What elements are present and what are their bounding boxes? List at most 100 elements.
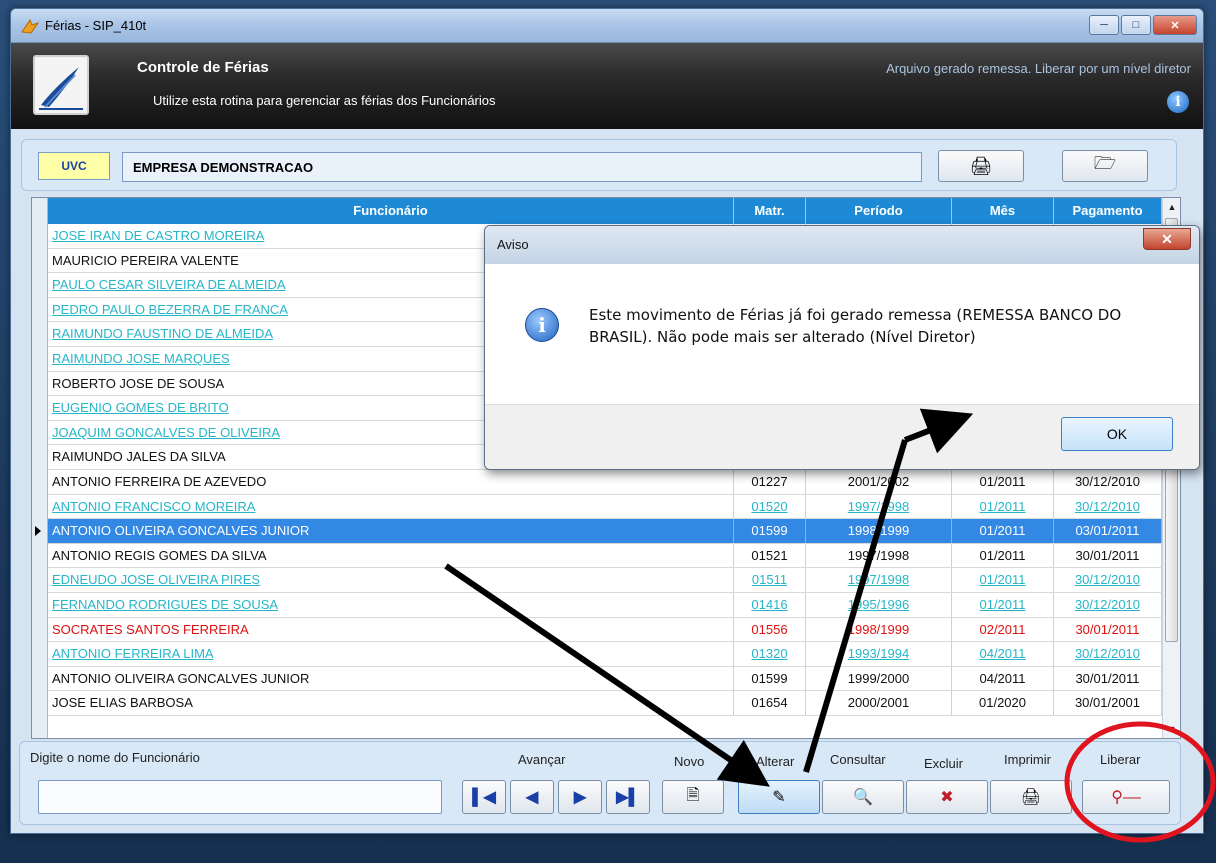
- cell-per: 1997/1998: [806, 494, 952, 519]
- col-pagamento[interactable]: Pagamento: [1054, 198, 1162, 224]
- nav-label: Avançar: [518, 752, 566, 767]
- cell-mat: 01556: [734, 617, 806, 642]
- cell-name: ANTONIO OLIVEIRA GONCALVES JUNIOR: [48, 666, 734, 691]
- table-row[interactable]: ANTONIO FERREIRA LIMA 01320 1993/1994 04/20…: [48, 642, 1162, 667]
- table-row[interactable]: SOCRATES SANTOS FERREIRA 01556 1998/1999 02…: [48, 617, 1162, 643]
- alterar-label: Alterar: [756, 754, 795, 769]
- cell-pag: 03/01/2011: [1054, 519, 1162, 543]
- cell-pag: 30/01/2011: [1054, 666, 1162, 691]
- first-record-button[interactable]: ▌◀: [462, 780, 506, 814]
- cell-name: SOCRATES SANTOS FERREIRA: [48, 617, 734, 642]
- cell-per: 1993/1994: [806, 642, 952, 666]
- next-record-button[interactable]: ▶: [558, 780, 602, 814]
- cell-name: JOSE ELIAS BARBOSA: [48, 691, 734, 715]
- table-row[interactable]: ANTONIO REGIS GOMES DA SILVA 01521 1997/19…: [48, 543, 1162, 569]
- consultar-label: Consultar: [830, 752, 886, 767]
- cell-per: 2000/2001: [806, 691, 952, 715]
- search-label: Digite o nome do Funcionário: [30, 750, 200, 765]
- consultar-button[interactable]: 🔍: [822, 780, 904, 814]
- minimize-button[interactable]: ─: [1089, 15, 1119, 35]
- maximize-icon: □: [1132, 19, 1140, 31]
- table-row[interactable]: FERNANDO RODRIGUES DE SOUSA 01416 1995/199…: [48, 592, 1162, 618]
- cell-mes: 04/2011: [952, 666, 1054, 691]
- maximize-button[interactable]: □: [1121, 15, 1151, 35]
- table-row[interactable]: ANTONIO OLIVEIRA GONCALVES JUNIOR 01599 19…: [48, 519, 1162, 544]
- cell-mat: 01320: [734, 642, 806, 666]
- current-row-marker-icon: [35, 526, 41, 537]
- prev-icon: ◀: [525, 789, 539, 806]
- scroll-up-icon[interactable]: ▲: [1163, 198, 1180, 216]
- dialog-footer: OK: [485, 404, 1199, 469]
- company-bar: UVC EMPRESA DEMONSTRACAO 🖨 🗁: [21, 139, 1177, 191]
- cell-per: 1999/2000: [806, 666, 952, 691]
- liberar-button[interactable]: ⚲––: [1082, 780, 1170, 814]
- cell-name: ANTONIO FRANCISCO MOREIRA: [48, 494, 734, 519]
- table-row[interactable]: ANTONIO FERREIRA DE AZEVEDO 01227 2001/200…: [48, 469, 1162, 495]
- cell-per: 1998/1999: [806, 617, 952, 642]
- cell-mes: 04/2011: [952, 642, 1054, 666]
- print-top-button[interactable]: 🖨: [938, 150, 1024, 182]
- col-mes[interactable]: Mês: [952, 198, 1054, 224]
- col-funcionario[interactable]: Funcionário: [48, 198, 734, 224]
- dialog-close-button[interactable]: ✕: [1143, 228, 1191, 250]
- alterar-button[interactable]: ✎: [738, 780, 820, 814]
- cell-pag: 30/12/2010: [1054, 592, 1162, 617]
- warning-dialog: Aviso ✕ i Este movimento de Férias já fo…: [484, 225, 1200, 470]
- ok-button[interactable]: OK: [1061, 417, 1173, 451]
- table-row[interactable]: ANTONIO OLIVEIRA GONCALVES JUNIOR 01599 19…: [48, 666, 1162, 692]
- company-code[interactable]: UVC: [38, 152, 110, 180]
- novo-button[interactable]: 🗎: [662, 780, 724, 814]
- key-icon: ⚲––: [1111, 789, 1141, 806]
- excluir-label: Excluir: [924, 756, 964, 771]
- cell-pag: 30/12/2010: [1054, 642, 1162, 666]
- cell-name: ANTONIO FERREIRA DE AZEVEDO: [48, 469, 734, 494]
- minimize-icon: ─: [1100, 19, 1108, 31]
- first-icon: ▌◀: [472, 789, 496, 806]
- scroll-down-icon[interactable]: ▼: [1163, 720, 1180, 738]
- prev-record-button[interactable]: ◀: [510, 780, 554, 814]
- cell-mes: 01/2011: [952, 519, 1054, 543]
- table-row[interactable]: JOSE ELIAS BARBOSA 01654 2000/2001 01/2020 3…: [48, 691, 1162, 716]
- imprimir-label: Imprimir: [1004, 752, 1051, 767]
- new-doc-icon: 🗎: [686, 786, 700, 804]
- folder-icon: 🗁: [1093, 153, 1117, 173]
- table-row[interactable]: ANTONIO FRANCISCO MOREIRA 01520 1997/1998 0…: [48, 494, 1162, 520]
- cell-mat: 01520: [734, 494, 806, 519]
- info-icon[interactable]: i: [1167, 91, 1189, 113]
- cell-per: 2001/2002: [806, 469, 952, 494]
- imprimir-button[interactable]: 🖨: [990, 780, 1072, 814]
- novo-label: Novo: [674, 754, 705, 769]
- last-icon: ▶▌: [616, 789, 640, 806]
- table-row[interactable]: EDNEUDO JOSE OLIVEIRA PIRES 01511 1997/199…: [48, 568, 1162, 593]
- liberar-label: Liberar: [1100, 752, 1141, 767]
- logo-icon: [33, 55, 89, 115]
- edit-icon: ✎: [772, 789, 786, 806]
- cell-mat: 01654: [734, 691, 806, 715]
- dialog-title-bar: Aviso ✕: [485, 226, 1199, 264]
- col-periodo[interactable]: Período: [806, 198, 952, 224]
- title-bar: Férias - SIP_410t ─ □ ✕: [11, 9, 1203, 43]
- open-folder-button[interactable]: 🗁: [1062, 150, 1148, 182]
- excluir-button[interactable]: ✖: [906, 780, 988, 814]
- cell-mat: 01511: [734, 568, 806, 592]
- close-button[interactable]: ✕: [1153, 15, 1197, 35]
- cell-pag: 30/01/2001: [1054, 691, 1162, 715]
- window-title: Férias - SIP_410t: [45, 18, 147, 33]
- dialog-body: i Este movimento de Férias já foi gerado…: [485, 264, 1199, 404]
- cell-mat: 01416: [734, 592, 806, 617]
- cell-name: EDNEUDO JOSE OLIVEIRA PIRES: [48, 568, 734, 592]
- cell-name: ANTONIO FERREIRA LIMA: [48, 642, 734, 666]
- last-record-button[interactable]: ▶▌: [606, 780, 650, 814]
- dialog-title: Aviso: [497, 237, 529, 252]
- cell-mes: 01/2011: [952, 469, 1054, 494]
- employee-search-input[interactable]: [38, 780, 442, 814]
- cell-mes: 01/2011: [952, 568, 1054, 592]
- app-icon: [21, 18, 39, 34]
- header-banner: Controle de Férias Utilize esta rotina p…: [11, 43, 1203, 129]
- printer-icon: 🖨: [1020, 789, 1042, 806]
- cell-pag: 30/12/2010: [1054, 494, 1162, 519]
- info-icon: i: [525, 308, 559, 342]
- binoculars-icon: 🔍: [853, 789, 873, 806]
- col-matricula[interactable]: Matr.: [734, 198, 806, 224]
- cell-name: ANTONIO REGIS GOMES DA SILVA: [48, 543, 734, 568]
